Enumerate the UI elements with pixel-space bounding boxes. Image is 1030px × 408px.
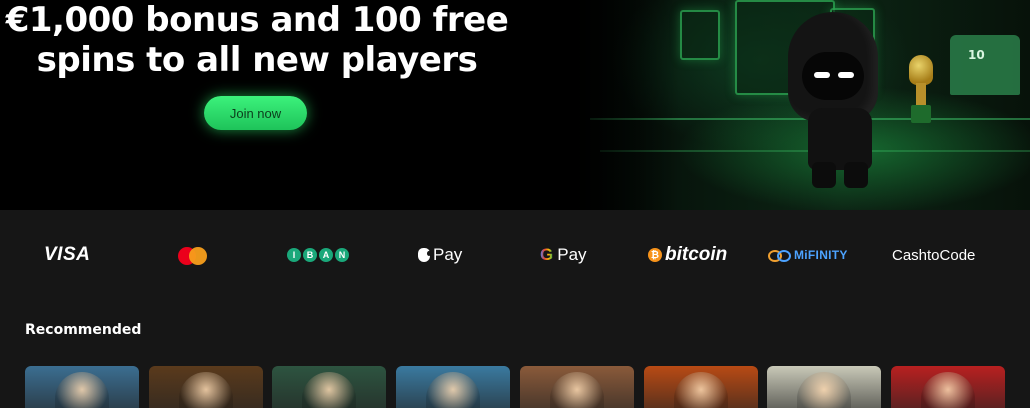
- game-tile-4[interactable]: [396, 366, 510, 408]
- raccoon-pirate-thumbnail: [426, 372, 480, 408]
- golden-warrior-thumbnail: [674, 372, 728, 408]
- recommended-heading: Recommended: [25, 322, 142, 338]
- mifinity-logo: MiFINITY: [768, 240, 848, 270]
- hero-title-line2: spins to all new players: [36, 40, 478, 80]
- game-tile-1[interactable]: [25, 366, 139, 408]
- jersey-icon: [950, 35, 1020, 95]
- iban-logo: I B A N: [287, 240, 349, 270]
- bitcoin-icon: ₿: [648, 248, 662, 262]
- bitcoin-logo: ₿ bitcoin: [648, 240, 727, 270]
- game-tile-5[interactable]: [520, 366, 634, 408]
- infinity-icon: [768, 250, 791, 262]
- adventurer-thumbnail: [179, 372, 233, 408]
- hero-title: €1,000 bonus and 100 free spins to all n…: [0, 0, 514, 80]
- game-tile-7[interactable]: [767, 366, 881, 408]
- payment-methods: VISA I B A N Pay G Pay ₿ bitcoin MiFINIT…: [0, 210, 1030, 300]
- cowboy-thumbnail: [550, 372, 604, 408]
- trophy-icon: [905, 55, 937, 125]
- ninja-mascot: [780, 12, 890, 188]
- mastercard-icon: [178, 240, 210, 270]
- game-tile-3[interactable]: [272, 366, 386, 408]
- hero-title-line1: €1,000 bonus and 100 free: [5, 0, 509, 40]
- game-tile-6[interactable]: [644, 366, 758, 408]
- google-pay-logo: G Pay: [540, 245, 587, 264]
- game-tile-2[interactable]: [149, 366, 263, 408]
- game-tile-8[interactable]: [891, 366, 1005, 408]
- apple-icon: [418, 248, 431, 262]
- cashtocode-logo: CashtoCode: [892, 246, 976, 264]
- visa-logo: VISA: [44, 244, 91, 265]
- footballer-thumbnail: [302, 372, 356, 408]
- recommended-games-row: [25, 366, 1030, 408]
- businessman-thumbnail: [797, 372, 851, 408]
- boy-character-thumbnail: [55, 372, 109, 408]
- chicken-thumbnail: [921, 372, 975, 408]
- apple-pay-logo: Pay: [418, 240, 462, 270]
- join-now-button[interactable]: Join now: [204, 96, 307, 130]
- hero-banner: 10 €1,000 bonus and 100 free spins to al…: [0, 0, 1030, 210]
- google-icon: G: [540, 245, 554, 264]
- jersey-number: 10: [968, 48, 985, 62]
